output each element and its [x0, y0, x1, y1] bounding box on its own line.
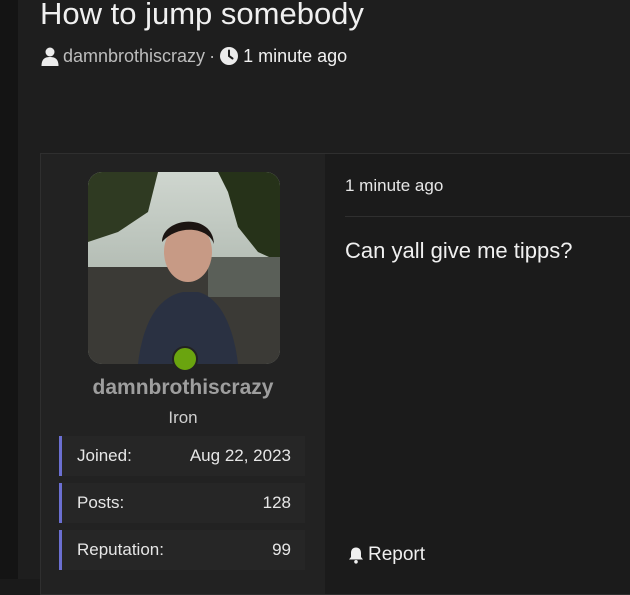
post-author-username[interactable]: damnbrothiscrazy: [41, 376, 325, 400]
stat-label: Joined:: [77, 446, 132, 465]
post-body: Can yall give me tipps?: [345, 238, 573, 263]
stat-posts: Posts: 128: [59, 483, 305, 523]
user-icon: [40, 46, 60, 66]
thread-author-link[interactable]: damnbrothiscrazy: [63, 46, 205, 67]
stat-value: 99: [272, 540, 291, 559]
post-arrow: [311, 196, 325, 220]
report-label: Report: [368, 544, 426, 565]
clock-icon: [219, 46, 239, 66]
thread-time[interactable]: 1 minute ago: [243, 46, 347, 67]
user-rank: Iron: [168, 408, 198, 427]
post-card: damnbrothiscrazy Iron Joined: Aug 22, 20…: [40, 153, 630, 595]
bell-icon: [347, 546, 365, 564]
stat-label: Posts:: [77, 493, 125, 512]
stat-reputation: Reputation: 99: [59, 530, 305, 570]
meta-separator: ·: [209, 45, 216, 66]
thread-title: How to jump somebody: [40, 0, 364, 31]
post-time[interactable]: 1 minute ago: [345, 176, 443, 196]
left-strip: [0, 0, 18, 579]
divider: [345, 216, 630, 217]
report-button[interactable]: Report: [347, 544, 425, 566]
stat-joined: Joined: Aug 22, 2023: [59, 436, 305, 476]
online-status-indicator: [172, 346, 198, 372]
stat-label: Reputation:: [77, 540, 164, 559]
stat-value: 128: [262, 493, 291, 512]
post-author-sidebar: damnbrothiscrazy Iron Joined: Aug 22, 20…: [41, 154, 325, 594]
stat-value: Aug 22, 2023: [189, 446, 291, 465]
avatar[interactable]: [88, 172, 280, 364]
thread-meta: damnbrothiscrazy · 1 minute ago: [40, 44, 347, 68]
